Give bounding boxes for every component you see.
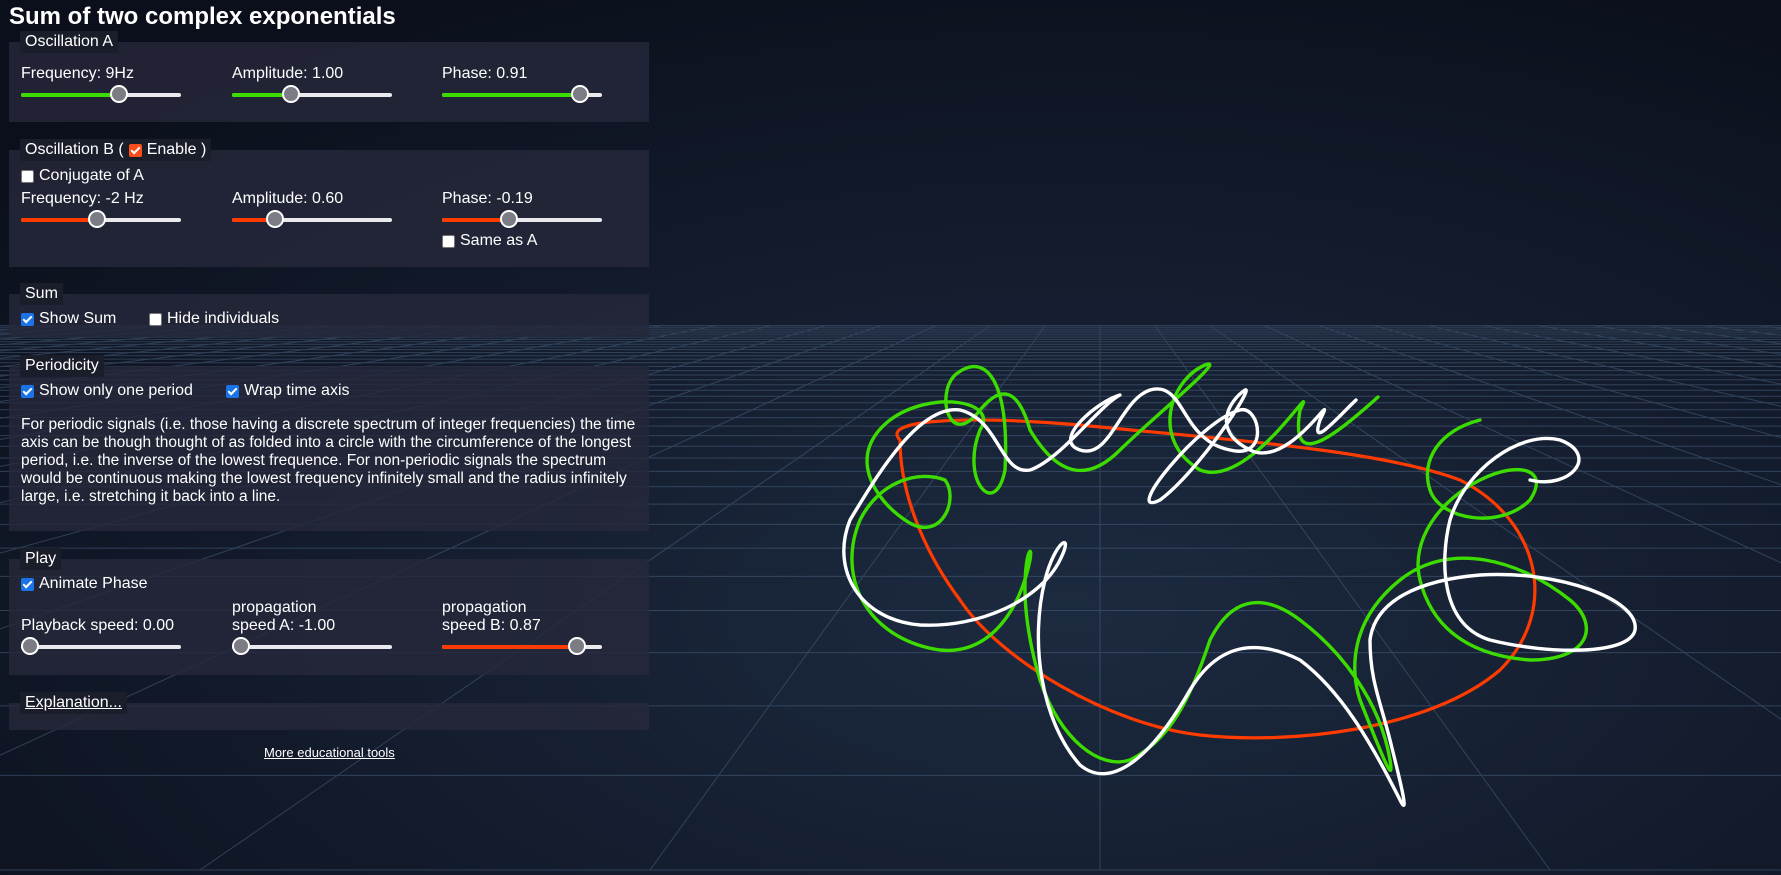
conjugate-of-a-label: Conjugate of A (39, 167, 144, 184)
slider-fill (21, 93, 120, 97)
propagation-speed-b-label-2: speed B: 0.87 (442, 617, 541, 634)
periodicity-description: For periodic signals (i.e. those having … (21, 416, 636, 505)
animate-phase-checkbox[interactable]: Animate Phase (21, 575, 148, 593)
enable-b-checkbox[interactable] (128, 143, 142, 157)
osc-b-frequency-control: Frequency: -2 Hz (21, 190, 185, 230)
slider-thumb[interactable] (571, 85, 590, 103)
show-one-period-label: Show only one period (39, 382, 193, 399)
osc-a-frequency-slider[interactable] (21, 85, 181, 105)
slider-thumb[interactable] (21, 637, 39, 655)
checkbox-box[interactable] (226, 384, 239, 398)
slider-fill (21, 218, 97, 222)
propagation-speed-a-label-1: propagation (232, 599, 317, 616)
page-title: Sum of two complex exponentials (9, 3, 396, 30)
osc-a-amplitude-control: Amplitude: 1.00 (232, 65, 396, 105)
checkbox-box[interactable] (21, 384, 34, 398)
wrap-time-axis-label: Wrap time axis (244, 382, 350, 399)
osc-a-phase-label: Phase: 0.91 (442, 65, 528, 82)
checkbox-box[interactable] (149, 312, 162, 326)
more-educational-tools-link[interactable]: More educational tools (264, 745, 395, 760)
osc-b-phase-control: Phase: -0.19 (442, 190, 606, 230)
propagation-speed-a-slider[interactable] (232, 637, 392, 657)
periodicity-legend: Periodicity (20, 355, 104, 377)
osc-a-phase-control: Phase: 0.91 (442, 65, 606, 105)
slider-thumb[interactable] (500, 210, 519, 228)
propagation-speed-b-label-1: propagation (442, 599, 527, 616)
slider-thumb[interactable] (87, 210, 106, 228)
osc-a-phase-slider[interactable] (442, 85, 602, 105)
sum-legend: Sum (20, 283, 63, 305)
oscillation-b-legend-text: Oscillation B ( (25, 141, 124, 158)
same-as-a-label: Same as A (460, 232, 538, 249)
slider-track (21, 645, 181, 649)
slider-fill (442, 93, 581, 97)
play-legend: Play (20, 548, 62, 570)
hide-individuals-label: Hide individuals (167, 310, 280, 327)
osc-a-amplitude-label: Amplitude: 1.00 (232, 65, 344, 82)
explanation-panel: Explanation... (9, 692, 649, 730)
periodicity-panel: Periodicity Show only one period Wrap ti… (9, 355, 649, 531)
slider-thumb[interactable] (568, 637, 587, 655)
animate-phase-label: Animate Phase (39, 575, 148, 592)
show-one-period-checkbox[interactable]: Show only one period (21, 382, 193, 400)
propagation-speed-a-control: propagation speed A: -1.00 (232, 599, 396, 657)
osc-b-frequency-slider[interactable] (21, 210, 181, 230)
explanation-legend: Explanation... (20, 692, 127, 714)
hide-individuals-checkbox[interactable]: Hide individuals (149, 310, 279, 328)
propagation-speed-b-slider[interactable] (442, 637, 602, 657)
osc-b-phase-label: Phase: -0.19 (442, 190, 533, 207)
propagation-speed-a-label-2: speed A: -1.00 (232, 617, 336, 634)
osc-b-amplitude-slider[interactable] (232, 210, 392, 230)
checkbox-box[interactable] (442, 234, 455, 248)
slider-thumb[interactable] (110, 85, 129, 103)
osc-b-phase-slider[interactable] (442, 210, 602, 230)
oscillation-a-panel: Oscillation A Frequency: 9Hz Amplitude: … (9, 31, 649, 122)
checkbox-box[interactable] (21, 169, 34, 183)
slider-track (232, 645, 392, 649)
osc-a-frequency-control: Frequency: 9Hz (21, 65, 185, 105)
osc-b-frequency-label: Frequency: -2 Hz (21, 190, 144, 207)
explanation-link[interactable]: Explanation... (25, 694, 122, 711)
oscillation-a-legend: Oscillation A (20, 31, 119, 53)
oscillation-b-panel: Oscillation B ( Enable ) Conjugate of A … (9, 139, 649, 267)
oscillation-b-legend: Oscillation B ( Enable ) (20, 139, 212, 161)
conjugate-of-a-checkbox[interactable]: Conjugate of A (21, 167, 144, 185)
checkbox-box[interactable] (21, 577, 34, 591)
slider-thumb[interactable] (281, 85, 300, 103)
osc-b-amplitude-label: Amplitude: 0.60 (232, 190, 344, 207)
checkbox-box[interactable] (21, 312, 34, 326)
playback-speed-control: Playback speed: 0.00 (21, 617, 185, 657)
same-as-a-checkbox[interactable]: Same as A (442, 232, 537, 250)
slider-fill (442, 218, 510, 222)
wrap-time-axis-checkbox[interactable]: Wrap time axis (226, 382, 350, 400)
slider-thumb[interactable] (232, 637, 250, 655)
slider-thumb[interactable] (266, 210, 285, 228)
enable-b-label[interactable]: Enable ) (147, 140, 207, 160)
osc-a-frequency-label: Frequency: 9Hz (21, 65, 134, 82)
slider-fill (442, 645, 578, 649)
propagation-speed-b-control: propagation speed B: 0.87 (442, 599, 606, 657)
show-sum-label: Show Sum (39, 310, 117, 327)
playback-speed-label: Playback speed: 0.00 (21, 617, 174, 634)
osc-a-amplitude-slider[interactable] (232, 85, 392, 105)
osc-b-amplitude-control: Amplitude: 0.60 (232, 190, 396, 230)
play-panel: Play Animate Phase Playback speed: 0.00 … (9, 548, 649, 675)
playback-speed-slider[interactable] (21, 637, 181, 657)
show-sum-checkbox[interactable]: Show Sum (21, 310, 116, 328)
sum-panel: Sum Show Sum Hide individuals (9, 283, 649, 337)
